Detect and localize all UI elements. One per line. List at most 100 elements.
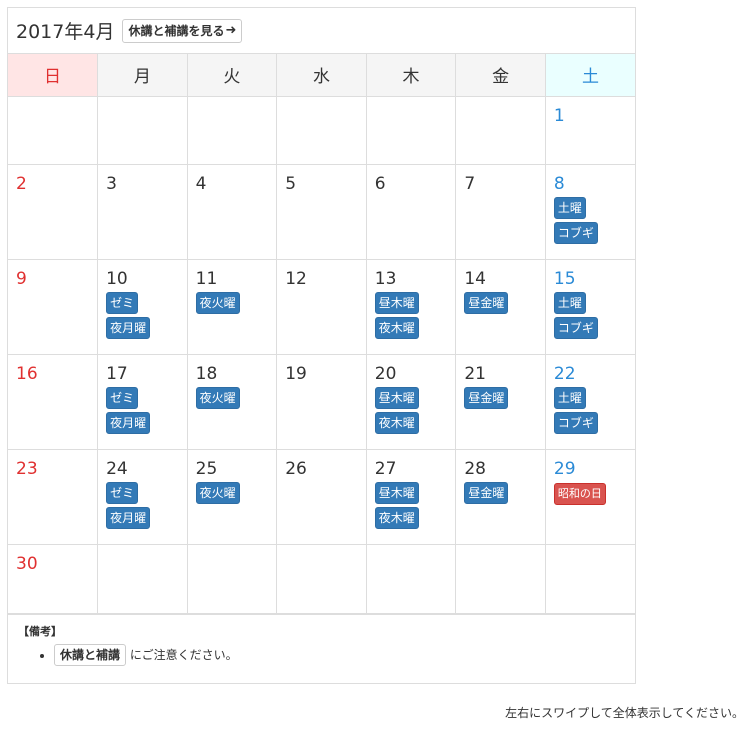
event-badge[interactable]: 土曜 [553, 196, 586, 219]
event-list: ゼミ 夜月曜 [98, 288, 187, 342]
event-badge[interactable]: コブギ [553, 221, 598, 244]
cancellation-legend-button[interactable]: 休講と補講 [54, 643, 127, 666]
notes-item: 休講と補講 にご注意ください。 [54, 643, 635, 667]
day-cell [186, 543, 278, 614]
day-cell [8, 95, 99, 165]
day-cell: 29 昭和の日 [544, 448, 635, 545]
event-badge[interactable]: 昼木曜 [374, 386, 419, 409]
day-number: 7 [464, 173, 476, 194]
event-badge[interactable]: 夜木曜 [374, 316, 419, 339]
day-number: 12 [285, 268, 307, 289]
holiday-badge: 昭和の日 [553, 482, 606, 505]
weekday-sat: 土 [544, 54, 635, 97]
day-number: 14 [464, 268, 486, 289]
day-cell: 26 [276, 448, 367, 545]
notes-list: 休講と補講 にご注意ください。 [18, 643, 635, 667]
event-badge[interactable]: 昼金曜 [464, 386, 509, 409]
event-badge[interactable]: 土曜 [553, 291, 586, 314]
event-badge[interactable]: コブギ [553, 411, 598, 434]
day-cell: 6 [365, 163, 457, 260]
day-number: 8 [553, 173, 565, 194]
event-list: 夜火曜 [188, 383, 277, 412]
weekday-header-row: 日 月 火 水 木 金 土 [8, 54, 635, 97]
day-number: 21 [464, 363, 486, 384]
day-cell [97, 95, 188, 165]
day-number: 29 [553, 458, 576, 479]
event-badge[interactable]: 夜月曜 [106, 506, 151, 529]
event-badge[interactable]: 夜木曜 [374, 506, 419, 529]
event-badge[interactable]: コブギ [553, 316, 598, 339]
day-cell: 21 昼金曜 [455, 353, 546, 450]
event-badge[interactable]: 昼木曜 [374, 291, 419, 314]
event-list: 土曜 コブギ [546, 288, 635, 342]
event-list: 土曜 コブギ [546, 193, 635, 247]
view-cancellations-button[interactable]: 休講と補講を見る ➜ [122, 18, 243, 43]
week-row: 1 [8, 95, 635, 165]
event-badge[interactable]: ゼミ [106, 386, 139, 409]
event-badge[interactable]: 夜月曜 [106, 411, 151, 434]
weekday-sun: 日 [8, 54, 99, 97]
event-list: ゼミ 夜月曜 [98, 383, 187, 437]
day-number: 11 [195, 268, 218, 289]
event-badge[interactable]: 夜月曜 [106, 316, 151, 339]
day-number: 3 [106, 173, 117, 194]
day-number: 23 [16, 458, 38, 479]
event-badge[interactable]: 夜火曜 [195, 291, 240, 314]
notes-text: にご注意ください。 [129, 647, 238, 662]
day-number: 27 [374, 458, 397, 479]
day-cell: 9 [8, 258, 99, 355]
day-number: 1 [553, 105, 565, 126]
day-cell [186, 95, 278, 165]
day-cell: 2 [8, 163, 99, 260]
day-cell: 8 土曜 コブギ [544, 163, 635, 260]
event-badge[interactable]: 昼金曜 [464, 291, 509, 314]
weekday-tue: 火 [186, 54, 278, 97]
week-row: 30 [8, 543, 635, 614]
notes-section: 【備考】 休講と補講 にご注意ください。 [8, 613, 635, 683]
weekday-mon: 月 [97, 54, 188, 97]
month-title: 2017年4月 [16, 21, 115, 43]
day-cell [455, 543, 546, 614]
week-row: 16 17 ゼミ 夜月曜 18 夜火曜 19 20 昼木曜 夜木曜 21 昼金曜 22 土曜 コブギ [8, 353, 635, 450]
day-number: 10 [106, 268, 128, 289]
event-badge[interactable]: 夜木曜 [374, 411, 419, 434]
day-cell: 25 夜火曜 [186, 448, 278, 545]
day-cell: 17 ゼミ 夜月曜 [97, 353, 188, 450]
event-list: 昼木曜 夜木曜 [367, 288, 456, 342]
event-list: 夜火曜 [188, 478, 277, 507]
event-badge[interactable]: ゼミ [106, 481, 139, 504]
day-number: 24 [106, 458, 128, 479]
day-cell: 27 昼木曜 夜木曜 [365, 448, 457, 545]
day-cell: 18 夜火曜 [186, 353, 278, 450]
event-badge[interactable]: 夜火曜 [195, 386, 240, 409]
event-badge[interactable]: ゼミ [106, 291, 139, 314]
day-number: 25 [195, 458, 218, 479]
event-badge[interactable]: 夜火曜 [195, 481, 240, 504]
day-number: 6 [374, 173, 386, 194]
day-cell: 12 [276, 258, 367, 355]
event-list: 昼金曜 [456, 288, 545, 317]
event-badge[interactable]: 昼木曜 [374, 481, 419, 504]
event-badge[interactable]: 昼金曜 [464, 481, 509, 504]
day-number: 4 [195, 173, 207, 194]
calendar: 2017年4月 休講と補講を見る ➜ 日 月 火 水 木 金 土 1234567… [7, 7, 636, 684]
day-cell: 15 土曜 コブギ [544, 258, 635, 355]
notes-title: 【備考】 [18, 624, 62, 638]
day-cell: 28 昼金曜 [455, 448, 546, 545]
day-number: 22 [553, 363, 576, 384]
event-list: 夜火曜 [188, 288, 277, 317]
day-number: 5 [285, 173, 297, 194]
day-cell [276, 95, 367, 165]
day-number: 9 [16, 268, 27, 289]
week-row: 23 24 ゼミ 夜月曜 25 夜火曜 26 27 昼木曜 夜木曜 28 昼金曜 29 昭和の日 [8, 448, 635, 545]
event-list: 土曜 コブギ [546, 383, 635, 437]
day-cell [365, 543, 457, 614]
day-cell: 1 [544, 95, 635, 165]
day-cell: 14 昼金曜 [455, 258, 546, 355]
day-cell: 22 土曜 コブギ [544, 353, 635, 450]
day-cell: 11 夜火曜 [186, 258, 278, 355]
day-cell [276, 543, 367, 614]
day-number: 2 [16, 173, 27, 194]
day-number: 17 [106, 363, 128, 384]
event-badge[interactable]: 土曜 [553, 386, 586, 409]
